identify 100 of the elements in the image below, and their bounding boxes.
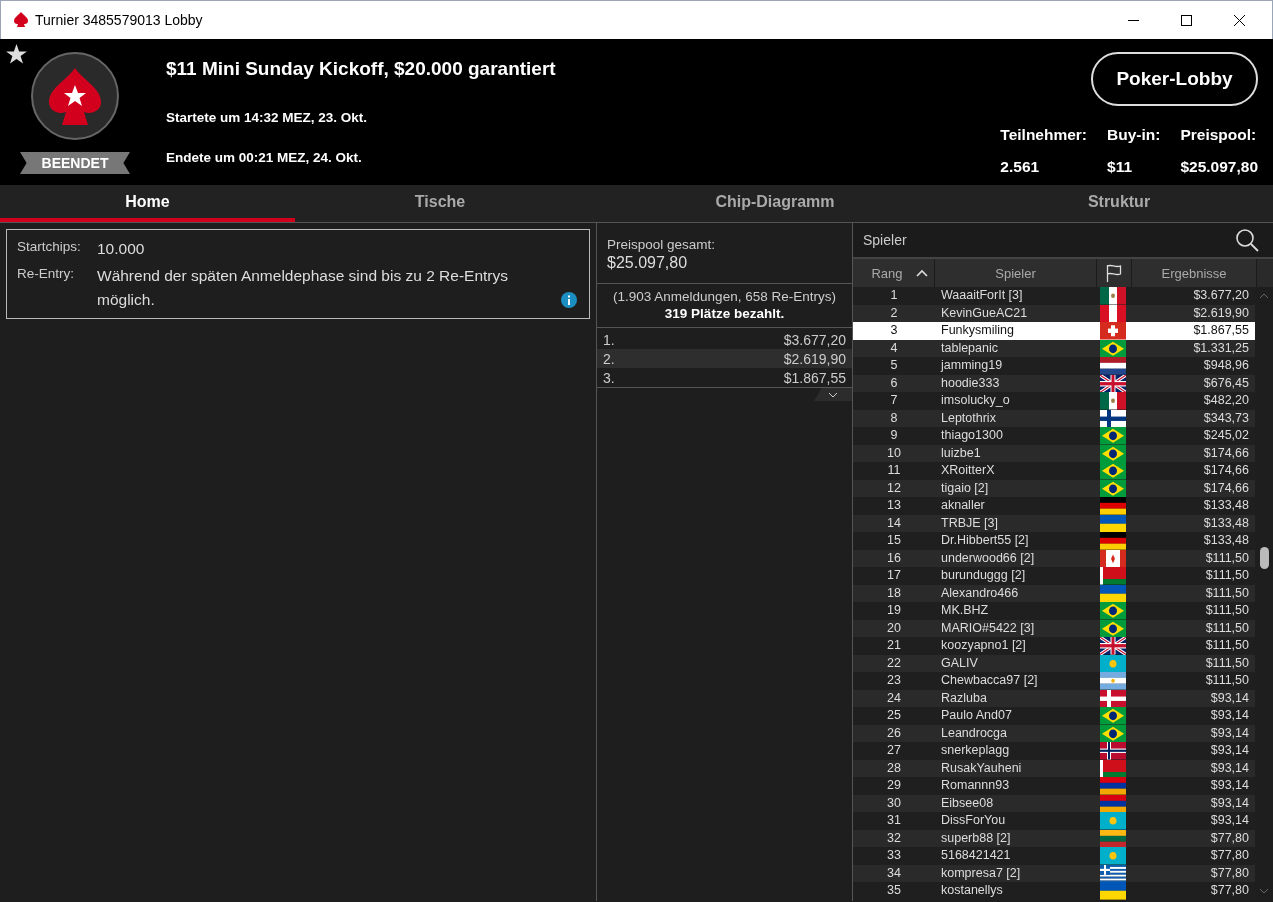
- rank-cell-text: 31: [886, 812, 902, 829]
- player-name-cell-text: Leandrocga: [940, 724, 1009, 742]
- player-name-cell-text: MARIO#5422 [3]: [940, 619, 1036, 637]
- tab[interactable]: Tische: [295, 185, 585, 222]
- result-cell-text: $111,50: [1204, 619, 1250, 637]
- tab[interactable]: Chip-Diagramm: [585, 185, 965, 222]
- rank-cell-text: 24: [886, 689, 902, 707]
- poker-lobby-button[interactable]: Poker-Lobby: [1091, 52, 1258, 106]
- rank-cell-text: 2: [889, 304, 899, 322]
- rank-cell-text: 25: [886, 707, 902, 724]
- flag-icon[interactable]: [1106, 264, 1122, 282]
- result-cell-text: $245,02: [1202, 427, 1250, 444]
- entries-text: (1.903 Anmeldungen, 658 Re-Entrys): [612, 289, 837, 304]
- player-name-cell-text: jamming19: [939, 357, 1004, 374]
- country-flag-icon: [1100, 549, 1126, 567]
- country-flag-icon: [1100, 602, 1126, 620]
- scroll-down-icon[interactable]: [1259, 887, 1269, 894]
- player-name-cell-text: WaaaitForIt [3]: [940, 287, 1024, 304]
- result-cell-text: $93,14: [1209, 812, 1250, 829]
- rank-cell-text: 4: [889, 339, 899, 357]
- prize-pool-label: Preispool gesamt:: [607, 237, 717, 252]
- player-name-cell-text: GALIV: [940, 654, 979, 672]
- result-cell-text: $77,80: [1209, 882, 1250, 899]
- result-cell-text: $174,66: [1202, 444, 1250, 462]
- rank-cell-text: 27: [886, 742, 902, 759]
- player-name-cell-text: RusakYauheni: [940, 759, 1023, 777]
- star-icon[interactable]: [6, 44, 27, 64]
- player-name-cell-text: imsolucky_o: [940, 392, 1011, 409]
- player-name-cell-text: aknaller: [940, 497, 986, 514]
- player-name-cell-text: Funkysmiling: [940, 322, 1015, 339]
- info-label: Re-Entry:: [17, 265, 75, 283]
- end-time: Endete um 00:21 MEZ, 24. Okt.: [166, 150, 363, 165]
- result-cell-text: $111,50: [1204, 602, 1250, 619]
- result-cell-text: $343,73: [1202, 409, 1250, 427]
- country-flag-icon: [1100, 532, 1126, 550]
- result-cell-text: $948,96: [1202, 357, 1250, 374]
- stat-label: Preispool:: [1180, 126, 1258, 144]
- player-name-cell-text: KevinGueAC21: [940, 304, 1029, 322]
- place-number: 3.: [603, 369, 615, 386]
- tab[interactable]: Struktur: [965, 185, 1273, 222]
- status-ribbon: BEENDET: [20, 152, 130, 174]
- player-name-cell-text: XRoitterX: [940, 462, 996, 479]
- result-cell-text: $77,80: [1209, 829, 1250, 847]
- player-name-cell-text: 5168421421: [940, 847, 1012, 864]
- player-name-cell-text: Alexandro466: [940, 584, 1020, 602]
- player-name-cell-text: kompresa7 [2]: [940, 864, 1022, 882]
- column-header[interactable]: Spieler: [935, 259, 1097, 287]
- rank-cell-text: 18: [886, 584, 902, 602]
- result-cell-text: $93,14: [1209, 707, 1250, 724]
- result-cell-text: $2.619,90: [1192, 304, 1250, 322]
- rank-cell-text: 15: [886, 532, 902, 549]
- player-row[interactable]: 3 Funkysmiling $1.867,55: [853, 322, 1255, 340]
- country-flag-icon: [1100, 672, 1126, 690]
- info-icon[interactable]: [561, 292, 577, 308]
- sort-caret-icon[interactable]: [915, 269, 928, 277]
- player-name-cell-text: hoodie333: [940, 374, 1001, 392]
- result-cell-text: $133,48: [1202, 497, 1250, 514]
- result-cell-text: $93,14: [1209, 742, 1250, 759]
- place-prize: $1.867,55: [783, 369, 846, 386]
- place-number: 2.: [603, 350, 615, 367]
- result-cell-text: $133,48: [1202, 532, 1250, 549]
- start-time: Startete um 14:32 MEZ, 23. Okt.: [166, 110, 369, 125]
- country-flag-icon: [1100, 707, 1126, 725]
- result-cell-text: $93,14: [1209, 724, 1250, 742]
- country-flag-icon: [1100, 427, 1126, 445]
- stat-label: Buy-in:: [1107, 126, 1161, 144]
- column-header[interactable]: Ergebnisse: [1132, 259, 1257, 287]
- rank-cell-text: 20: [886, 619, 902, 637]
- result-cell-text: $93,14: [1209, 777, 1250, 794]
- result-cell-text: $111,50: [1204, 567, 1250, 584]
- info-label: Startchips:: [17, 238, 82, 256]
- stat-value: 2.561: [1000, 158, 1041, 176]
- info-value: Während der späten Anmeldephase sind bis zu 2 Re-Entrys möglich.: [97, 266, 509, 310]
- result-cell-text: $111,50: [1204, 584, 1250, 602]
- country-flag-icon: [1100, 812, 1126, 830]
- scroll-up-icon[interactable]: [1259, 293, 1269, 299]
- rank-cell-text: 33: [886, 847, 902, 864]
- player-name-cell-text: TRBJE [3]: [940, 514, 999, 532]
- result-cell-text: $77,80: [1209, 864, 1250, 882]
- player-name-cell-text: underwood66 [2]: [940, 549, 1036, 567]
- search-icon[interactable]: [1235, 228, 1259, 252]
- country-flag-icon: [1100, 829, 1126, 847]
- player-name-cell-text: snerkeplagg: [940, 742, 1011, 759]
- player-name-cell-text: burunduggg [2]: [940, 567, 1027, 584]
- tab[interactable]: Home: [0, 185, 295, 222]
- rank-cell-text: 29: [886, 777, 902, 794]
- scrollbar-thumb[interactable]: [1259, 547, 1269, 570]
- rank-cell-text: 12: [886, 479, 902, 497]
- rank-cell-text: 22: [886, 654, 902, 672]
- result-cell-text: $93,14: [1209, 759, 1250, 777]
- rank-cell-text: 3: [889, 322, 899, 339]
- rank-cell-text: 30: [886, 794, 902, 812]
- player-name-cell-text: Paulo And07: [940, 707, 1013, 724]
- window-title: Turnier 3485579013 Lobby: [35, 12, 204, 28]
- result-cell-text: $676,45: [1202, 374, 1250, 392]
- player-name-cell-text: Romannn93: [940, 777, 1011, 794]
- result-cell-text: $174,66: [1202, 462, 1250, 479]
- country-flag-icon: [1100, 287, 1126, 305]
- rank-cell-text: 35: [886, 882, 902, 899]
- country-flag-icon: [1100, 742, 1126, 760]
